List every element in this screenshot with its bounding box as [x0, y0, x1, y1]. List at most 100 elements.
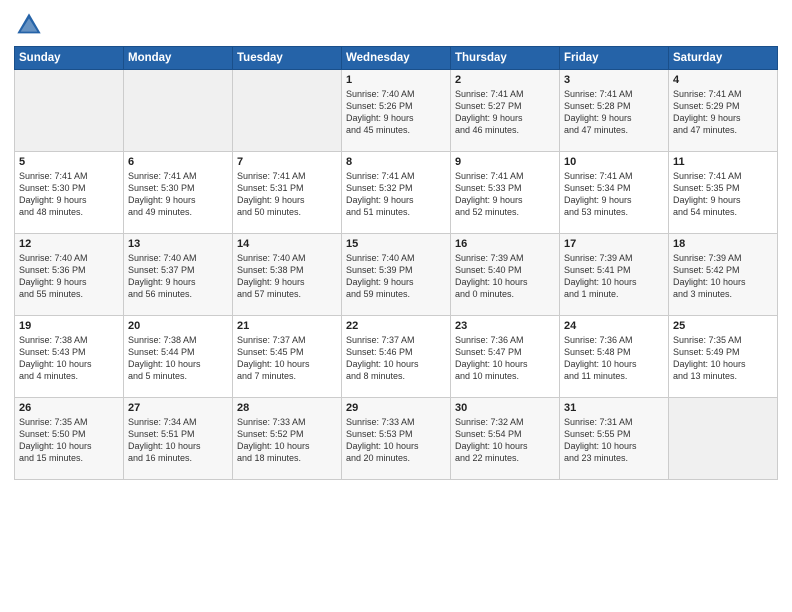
day-number: 26: [19, 402, 119, 414]
day-cell: 13Sunrise: 7:40 AMSunset: 5:37 PMDayligh…: [124, 234, 233, 316]
day-number: 22: [346, 320, 446, 332]
day-info: Sunrise: 7:32 AMSunset: 5:54 PMDaylight:…: [455, 416, 555, 465]
header: [14, 10, 778, 40]
day-cell: 2 Sunrise: 7:41 AMSunset: 5:27 PMDaylight…: [451, 70, 560, 152]
logo-icon: [14, 10, 44, 40]
day-number: 12: [19, 238, 119, 250]
day-number: 3: [564, 74, 664, 86]
day-info: Sunrise: 7:35 AMSunset: 5:49 PMDaylight:…: [673, 334, 773, 383]
header-monday: Monday: [124, 47, 233, 70]
day-cell: 23 Sunrise: 7:36 AMSunset: 5:47 PMDayligh…: [451, 316, 560, 398]
week-row-4: 19Sunrise: 7:38 AMSunset: 5:43 PMDayligh…: [15, 316, 778, 398]
day-cell: 20 Sunrise: 7:38 AMSunset: 5:44 PMDayligh…: [124, 316, 233, 398]
day-info: Sunrise: 7:41 AMSunset: 5:33 PMDaylight:…: [455, 170, 555, 219]
day-info: Sunrise: 7:34 AMSunset: 5:51 PMDaylight:…: [128, 416, 228, 465]
header-thursday: Thursday: [451, 47, 560, 70]
day-number: 11: [673, 156, 773, 168]
day-number: 30: [455, 402, 555, 414]
day-info: Sunrise: 7:41 AMSunset: 5:28 PMDaylight:…: [564, 88, 664, 137]
calendar-header: SundayMondayTuesdayWednesdayThursdayFrid…: [15, 47, 778, 70]
header-sunday: Sunday: [15, 47, 124, 70]
week-row-5: 26Sunrise: 7:35 AMSunset: 5:50 PMDayligh…: [15, 398, 778, 480]
day-info: Sunrise: 7:41 AMSunset: 5:27 PMDaylight:…: [455, 88, 555, 137]
calendar-page: SundayMondayTuesdayWednesdayThursdayFrid…: [0, 0, 792, 612]
day-number: 6: [128, 156, 228, 168]
day-cell: 6 Sunrise: 7:41 AMSunset: 5:30 PMDaylight…: [124, 152, 233, 234]
day-number: 17: [564, 238, 664, 250]
day-number: 7: [237, 156, 337, 168]
day-number: 1: [346, 74, 446, 86]
day-info: Sunrise: 7:37 AMSunset: 5:46 PMDaylight:…: [346, 334, 446, 383]
day-number: 18: [673, 238, 773, 250]
day-info: Sunrise: 7:33 AMSunset: 5:53 PMDaylight:…: [346, 416, 446, 465]
day-number: 21: [237, 320, 337, 332]
day-info: Sunrise: 7:40 AMSunset: 5:39 PMDaylight:…: [346, 252, 446, 301]
calendar-table: SundayMondayTuesdayWednesdayThursdayFrid…: [14, 46, 778, 480]
header-row: SundayMondayTuesdayWednesdayThursdayFrid…: [15, 47, 778, 70]
day-info: Sunrise: 7:41 AMSunset: 5:30 PMDaylight:…: [19, 170, 119, 219]
day-cell: 9 Sunrise: 7:41 AMSunset: 5:33 PMDaylight…: [451, 152, 560, 234]
day-info: Sunrise: 7:41 AMSunset: 5:35 PMDaylight:…: [673, 170, 773, 219]
day-cell: 31 Sunrise: 7:31 AMSunset: 5:55 PMDayligh…: [560, 398, 669, 480]
day-number: 28: [237, 402, 337, 414]
day-cell: 16Sunrise: 7:39 AMSunset: 5:40 PMDayligh…: [451, 234, 560, 316]
day-cell: 19Sunrise: 7:38 AMSunset: 5:43 PMDayligh…: [15, 316, 124, 398]
header-tuesday: Tuesday: [233, 47, 342, 70]
day-info: Sunrise: 7:36 AMSunset: 5:47 PMDaylight:…: [455, 334, 555, 383]
day-cell: 29 Sunrise: 7:33 AMSunset: 5:53 PMDayligh…: [342, 398, 451, 480]
day-cell: [15, 70, 124, 152]
day-cell: 12 Sunrise: 7:40 AMSunset: 5:36 PMDayligh…: [15, 234, 124, 316]
day-number: 4: [673, 74, 773, 86]
day-info: Sunrise: 7:40 AMSunset: 5:26 PMDaylight:…: [346, 88, 446, 137]
day-info: Sunrise: 7:38 AMSunset: 5:44 PMDaylight:…: [128, 334, 228, 383]
day-cell: 15 Sunrise: 7:40 AMSunset: 5:39 PMDayligh…: [342, 234, 451, 316]
day-number: 27: [128, 402, 228, 414]
day-info: Sunrise: 7:39 AMSunset: 5:40 PMDaylight:…: [455, 252, 555, 301]
day-info: Sunrise: 7:31 AMSunset: 5:55 PMDaylight:…: [564, 416, 664, 465]
day-number: 23: [455, 320, 555, 332]
day-cell: 26Sunrise: 7:35 AMSunset: 5:50 PMDayligh…: [15, 398, 124, 480]
logo: [14, 10, 48, 40]
day-cell: 3 Sunrise: 7:41 AMSunset: 5:28 PMDaylight…: [560, 70, 669, 152]
day-number: 24: [564, 320, 664, 332]
day-cell: 4Sunrise: 7:41 AMSunset: 5:29 PMDaylight…: [669, 70, 778, 152]
day-info: Sunrise: 7:40 AMSunset: 5:38 PMDaylight:…: [237, 252, 337, 301]
day-number: 5: [19, 156, 119, 168]
day-number: 2: [455, 74, 555, 86]
day-cell: 1 Sunrise: 7:40 AMSunset: 5:26 PMDaylight…: [342, 70, 451, 152]
header-friday: Friday: [560, 47, 669, 70]
day-number: 19: [19, 320, 119, 332]
day-cell: 8 Sunrise: 7:41 AMSunset: 5:32 PMDaylight…: [342, 152, 451, 234]
day-info: Sunrise: 7:37 AMSunset: 5:45 PMDaylight:…: [237, 334, 337, 383]
day-cell: 28 Sunrise: 7:33 AMSunset: 5:52 PMDayligh…: [233, 398, 342, 480]
day-cell: [124, 70, 233, 152]
calendar-body: 1 Sunrise: 7:40 AMSunset: 5:26 PMDaylight…: [15, 70, 778, 480]
day-number: 15: [346, 238, 446, 250]
day-info: Sunrise: 7:33 AMSunset: 5:52 PMDaylight:…: [237, 416, 337, 465]
day-number: 9: [455, 156, 555, 168]
day-cell: [669, 398, 778, 480]
day-cell: 14 Sunrise: 7:40 AMSunset: 5:38 PMDayligh…: [233, 234, 342, 316]
day-cell: 22 Sunrise: 7:37 AMSunset: 5:46 PMDayligh…: [342, 316, 451, 398]
day-number: 14: [237, 238, 337, 250]
day-info: Sunrise: 7:41 AMSunset: 5:34 PMDaylight:…: [564, 170, 664, 219]
day-cell: 11 Sunrise: 7:41 AMSunset: 5:35 PMDayligh…: [669, 152, 778, 234]
day-cell: 25Sunrise: 7:35 AMSunset: 5:49 PMDayligh…: [669, 316, 778, 398]
day-info: Sunrise: 7:41 AMSunset: 5:32 PMDaylight:…: [346, 170, 446, 219]
day-info: Sunrise: 7:39 AMSunset: 5:41 PMDaylight:…: [564, 252, 664, 301]
day-cell: 7Sunrise: 7:41 AMSunset: 5:31 PMDaylight…: [233, 152, 342, 234]
day-cell: 18Sunrise: 7:39 AMSunset: 5:42 PMDayligh…: [669, 234, 778, 316]
week-row-2: 5 Sunrise: 7:41 AMSunset: 5:30 PMDaylight…: [15, 152, 778, 234]
day-cell: 27 Sunrise: 7:34 AMSunset: 5:51 PMDayligh…: [124, 398, 233, 480]
week-row-3: 12 Sunrise: 7:40 AMSunset: 5:36 PMDayligh…: [15, 234, 778, 316]
day-number: 20: [128, 320, 228, 332]
day-cell: 5 Sunrise: 7:41 AMSunset: 5:30 PMDaylight…: [15, 152, 124, 234]
day-number: 29: [346, 402, 446, 414]
day-info: Sunrise: 7:40 AMSunset: 5:36 PMDaylight:…: [19, 252, 119, 301]
day-cell: 24Sunrise: 7:36 AMSunset: 5:48 PMDayligh…: [560, 316, 669, 398]
day-number: 31: [564, 402, 664, 414]
day-info: Sunrise: 7:41 AMSunset: 5:30 PMDaylight:…: [128, 170, 228, 219]
day-cell: 21 Sunrise: 7:37 AMSunset: 5:45 PMDayligh…: [233, 316, 342, 398]
week-row-1: 1 Sunrise: 7:40 AMSunset: 5:26 PMDaylight…: [15, 70, 778, 152]
day-number: 8: [346, 156, 446, 168]
